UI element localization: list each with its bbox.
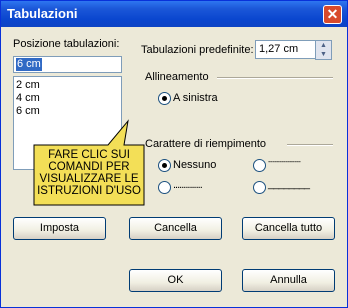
- tab-position-value: 6 cm: [16, 58, 42, 71]
- default-tabs-input[interactable]: 1,27 cm: [255, 40, 316, 59]
- spin-up-icon[interactable]: ▲: [316, 41, 331, 50]
- tab-position-input[interactable]: 6 cm: [13, 56, 122, 73]
- list-item[interactable]: 2 cm: [14, 79, 121, 92]
- fill-line-label: ________: [268, 178, 310, 190]
- callout-line: VISUALIZZARE LE: [39, 173, 139, 185]
- ok-button[interactable]: OK: [129, 269, 222, 292]
- fill-dashes-radio[interactable]: [253, 159, 266, 172]
- close-button[interactable]: ✕: [323, 5, 342, 24]
- callout-line: COMANDI PER: [48, 161, 130, 173]
- fill-none-label: Nessuno: [173, 159, 217, 171]
- alignment-divider: [217, 77, 333, 79]
- fill-dots-label: ..............: [173, 179, 203, 191]
- default-tabs-label: Tabulazioni predefinite:: [141, 44, 254, 56]
- clear-all-button[interactable]: Cancella tutto: [242, 217, 335, 240]
- alignment-group-label: Allineamento: [145, 71, 209, 83]
- fill-group-label: Carattere di riempimento: [145, 138, 267, 150]
- dialog-title: Tabulazioni: [7, 6, 78, 21]
- tab-position-label: Posizione tabulazioni:: [13, 38, 120, 50]
- spin-down-icon[interactable]: ▼: [316, 50, 331, 59]
- fill-dashes-label: ---------------: [268, 157, 301, 166]
- align-left-label: A sinistra: [173, 92, 218, 104]
- fill-divider: [287, 144, 333, 146]
- align-left-radio[interactable]: [158, 92, 171, 105]
- tabs-dialog: Tabulazioni ✕ Posizione tabulazioni: 6 c…: [0, 0, 348, 308]
- callout-line: ISTRUZIONI D'USO: [37, 185, 141, 197]
- fill-none-radio[interactable]: [158, 159, 171, 172]
- default-tabs-value: 1,27 cm: [259, 43, 299, 55]
- close-icon: ✕: [326, 6, 339, 22]
- fill-line-radio[interactable]: [253, 181, 266, 194]
- title-bar: Tabulazioni ✕: [1, 1, 347, 27]
- callout-text: FARE CLIC SUI COMANDI PER VISUALIZZARE L…: [34, 149, 144, 197]
- clear-button[interactable]: Cancella: [129, 217, 222, 240]
- list-item[interactable]: 4 cm: [14, 92, 121, 105]
- default-tabs-spinner[interactable]: ▲ ▼: [315, 40, 332, 60]
- cancel-button[interactable]: Annulla: [242, 269, 335, 292]
- callout-line: FARE CLIC SUI: [48, 149, 130, 161]
- set-button[interactable]: Imposta: [13, 217, 106, 240]
- fill-dots-radio[interactable]: [158, 181, 171, 194]
